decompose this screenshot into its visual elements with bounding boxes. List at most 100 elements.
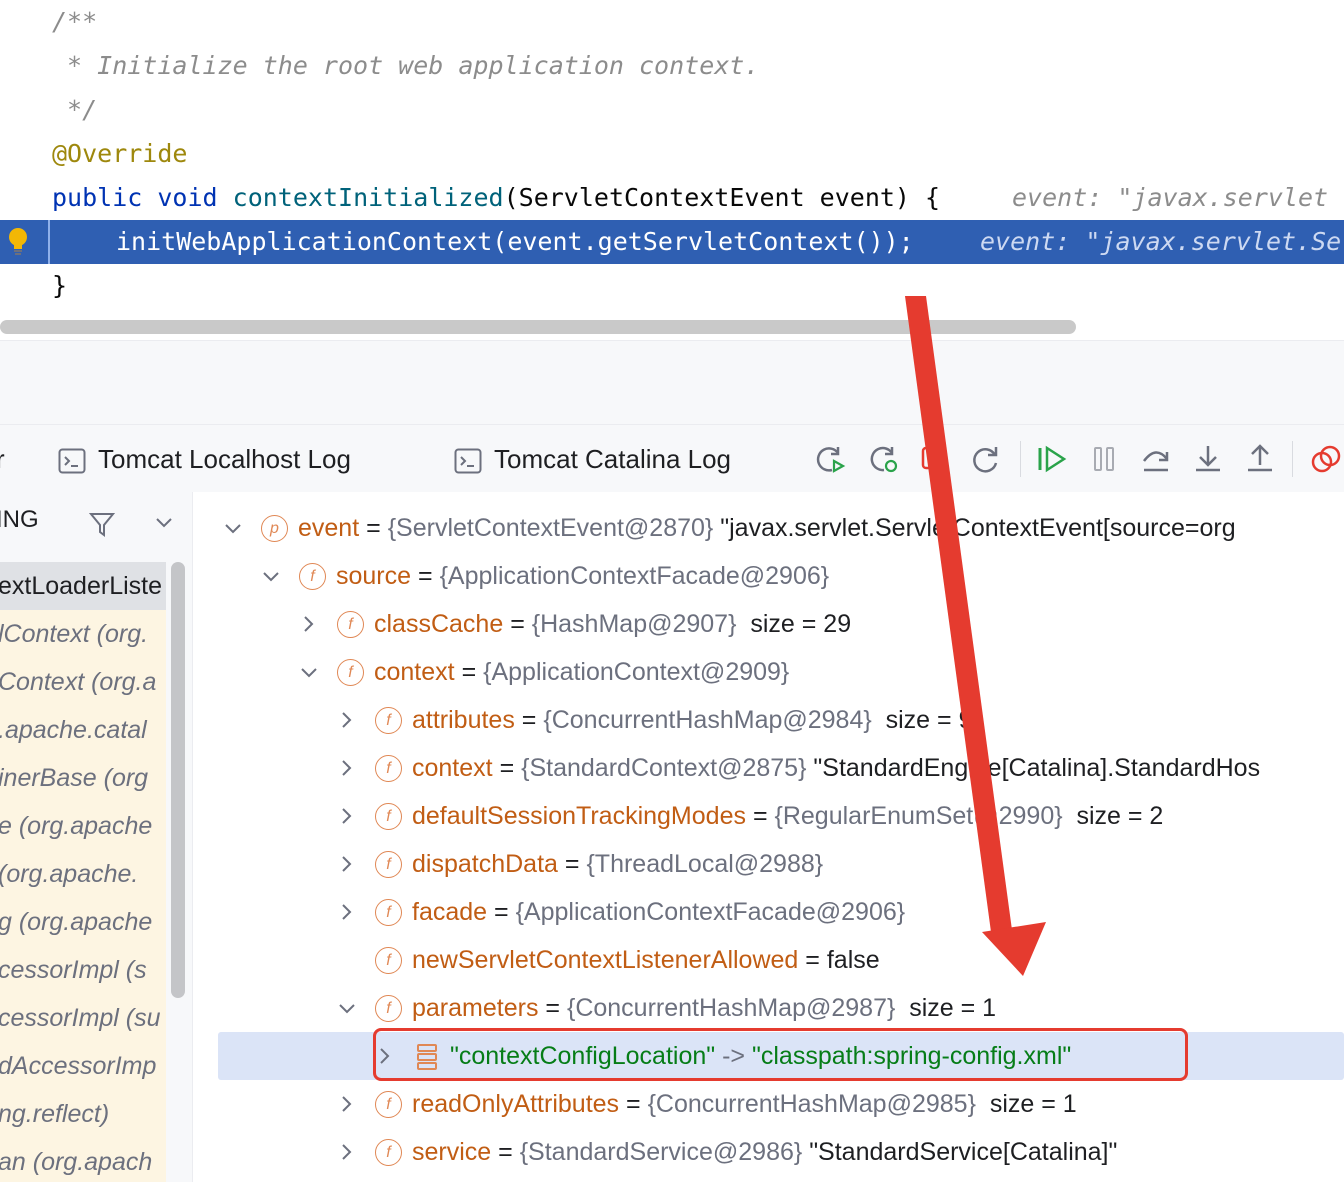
equals: = <box>805 946 820 974</box>
chevron-right-icon[interactable] <box>337 1140 357 1164</box>
closing-brace: } <box>52 271 68 300</box>
chevron-down-icon[interactable] <box>299 660 319 684</box>
field-icon: f <box>375 1091 402 1118</box>
refresh-icon[interactable] <box>970 443 1002 475</box>
chevron-right-icon[interactable] <box>337 1092 357 1116</box>
lightbulb-icon[interactable] <box>8 227 28 257</box>
tab-label: Tomcat Localhost Log <box>98 444 351 474</box>
stack-frame-item[interactable]: lContext (org. <box>0 610 166 658</box>
field-icon: f <box>337 611 364 638</box>
var-name: defaultSessionTrackingModes <box>412 802 746 830</box>
field-icon: f <box>375 995 402 1022</box>
stack-frame-item[interactable]: an (org.apach <box>0 1138 166 1182</box>
field-icon: f <box>375 851 402 878</box>
chevron-right-icon[interactable] <box>337 804 357 828</box>
variable-text: attributes = {ConcurrentHashMap@2984} si… <box>412 696 972 744</box>
stack-frame-item[interactable]: Context (org.a <box>0 658 166 706</box>
frames-scrollbar[interactable] <box>171 562 185 998</box>
equals: = <box>498 1138 513 1166</box>
variable-text: service = {StandardService@2986} "Standa… <box>412 1128 1117 1176</box>
var-name: classCache <box>374 610 504 638</box>
chevron-right-icon[interactable] <box>337 708 357 732</box>
stack-frame-item[interactable]: ng.reflect) <box>0 1090 166 1138</box>
comment-line: */ <box>52 95 98 124</box>
variable-text: context = {ApplicationContext@2909} <box>374 648 789 696</box>
equals: = <box>461 658 477 686</box>
resume-icon[interactable] <box>1036 443 1068 475</box>
variable-text: context = {StandardContext@2875} "Standa… <box>412 744 1260 792</box>
step-out-icon[interactable] <box>1244 443 1276 475</box>
stack-frame-item[interactable]: cessorImpl (s <box>0 946 166 994</box>
equals: = <box>418 562 433 590</box>
pause-icon[interactable] <box>1088 443 1120 475</box>
stack-frame-item[interactable]: e (org.apache <box>0 802 166 850</box>
variable-row-context-inner[interactable]: f context = {StandardContext@2875} "Stan… <box>193 744 1344 792</box>
variable-row-read-only-attributes[interactable]: f readOnlyAttributes = {ConcurrentHashMa… <box>193 1080 1344 1128</box>
variable-row-context[interactable]: f context = {ApplicationContext@2909} <box>193 648 1344 696</box>
current-execution-line[interactable]: initWebApplicationContext(event.getServl… <box>0 220 1344 264</box>
mute-breakpoints-icon[interactable] <box>1310 443 1342 475</box>
chevron-right-icon[interactable] <box>337 900 357 924</box>
variable-row-new-servlet-context-listener-allowed[interactable]: f newServletContextListenerAllowed = fal… <box>193 936 1344 984</box>
chevron-down-icon[interactable] <box>154 516 174 530</box>
comment-line: /** <box>52 7 98 36</box>
parameter-icon: p <box>261 515 288 542</box>
var-name: newServletContextListenerAllowed <box>412 946 799 974</box>
var-size: size = 1 <box>909 994 997 1022</box>
var-name: readOnlyAttributes <box>412 1090 620 1118</box>
variable-row-source[interactable]: f source = {ApplicationContextFacade@290… <box>193 552 1344 600</box>
var-ref: {ConcurrentHashMap@2985} <box>647 1090 976 1118</box>
chevron-right-icon[interactable] <box>337 852 357 876</box>
stack-frame-item[interactable]: cessorImpl (su <box>0 994 166 1042</box>
filter-icon[interactable] <box>88 510 116 538</box>
equals: = <box>494 898 509 926</box>
variable-row-attributes[interactable]: f attributes = {ConcurrentHashMap@2984} … <box>193 696 1344 744</box>
var-ref: {ServletContextEvent@2870} <box>387 514 714 542</box>
stack-frame-item[interactable]: dAccessorImp <box>0 1042 166 1090</box>
var-size: size = 9 <box>885 706 973 734</box>
comment-line: * Initialize the root web application co… <box>52 51 760 80</box>
var-ref: {ConcurrentHashMap@2987} <box>566 994 896 1022</box>
variable-row-event[interactable]: p event = {ServletContextEvent@2870} "ja… <box>193 504 1344 552</box>
equals: = <box>545 994 561 1022</box>
equals: = <box>510 610 525 638</box>
stack-frame-item[interactable]: g (org.apache <box>0 898 166 946</box>
chevron-right-icon[interactable] <box>299 612 319 636</box>
variable-row-default-session-tracking-modes[interactable]: f defaultSessionTrackingModes = {Regular… <box>193 792 1344 840</box>
variable-row-service[interactable]: f service = {StandardService@2986} "Stan… <box>193 1128 1344 1176</box>
var-name: context <box>412 754 493 782</box>
debug-rerun-icon[interactable] <box>868 443 900 475</box>
var-value: false <box>826 946 880 974</box>
stack-frame-item[interactable]: extLoaderListe <box>0 562 166 610</box>
rerun-icon[interactable] <box>814 443 846 475</box>
horizontal-scrollbar[interactable] <box>0 320 1076 334</box>
var-name: attributes <box>412 706 515 734</box>
var-name: context <box>374 658 455 686</box>
variable-row-classcache[interactable]: f classCache = {HashMap@2907} size = 29 <box>193 600 1344 648</box>
stop-icon[interactable] <box>918 443 950 475</box>
stack-frame-item[interactable]: (org.apache. <box>0 850 166 898</box>
chevron-down-icon[interactable] <box>223 516 243 540</box>
step-over-icon[interactable] <box>1140 443 1172 475</box>
variable-row-facade[interactable]: f facade = {ApplicationContextFacade@290… <box>193 888 1344 936</box>
tab-tomcat-catalina-log[interactable]: Tomcat Catalina Log <box>454 439 731 479</box>
tab-partial[interactable]: r <box>0 439 5 479</box>
equals: = <box>752 802 768 830</box>
var-ref: {StandardContext@2875} <box>521 754 807 782</box>
chevron-right-icon[interactable] <box>337 756 357 780</box>
chevron-down-icon[interactable] <box>261 564 281 588</box>
tab-tomcat-localhost-log[interactable]: Tomcat Localhost Log <box>58 439 351 479</box>
variable-row-parameters[interactable]: f parameters = {ConcurrentHashMap@2987} … <box>193 984 1344 1032</box>
stack-frame-item[interactable]: inerBase (org <box>0 754 166 802</box>
step-into-icon[interactable] <box>1192 443 1224 475</box>
stack-frame-item[interactable]: .apache.catal <box>0 706 166 754</box>
var-value: "StandardEngine[Catalina].StandardHos <box>813 754 1261 782</box>
var-ref: {ConcurrentHashMap@2984} <box>543 706 872 734</box>
variable-row-dispatch-data[interactable]: f dispatchData = {ThreadLocal@2988} <box>193 840 1344 888</box>
var-value: "StandardService[Catalina]" <box>809 1138 1118 1166</box>
code-editor[interactable]: /** * Initialize the root web applicatio… <box>0 0 1344 340</box>
var-ref: {StandardService@2986} <box>519 1138 803 1166</box>
thread-selector[interactable]: ING <box>0 492 192 554</box>
chevron-down-icon[interactable] <box>337 996 357 1020</box>
variable-text: facade = {ApplicationContextFacade@2906} <box>412 888 905 936</box>
